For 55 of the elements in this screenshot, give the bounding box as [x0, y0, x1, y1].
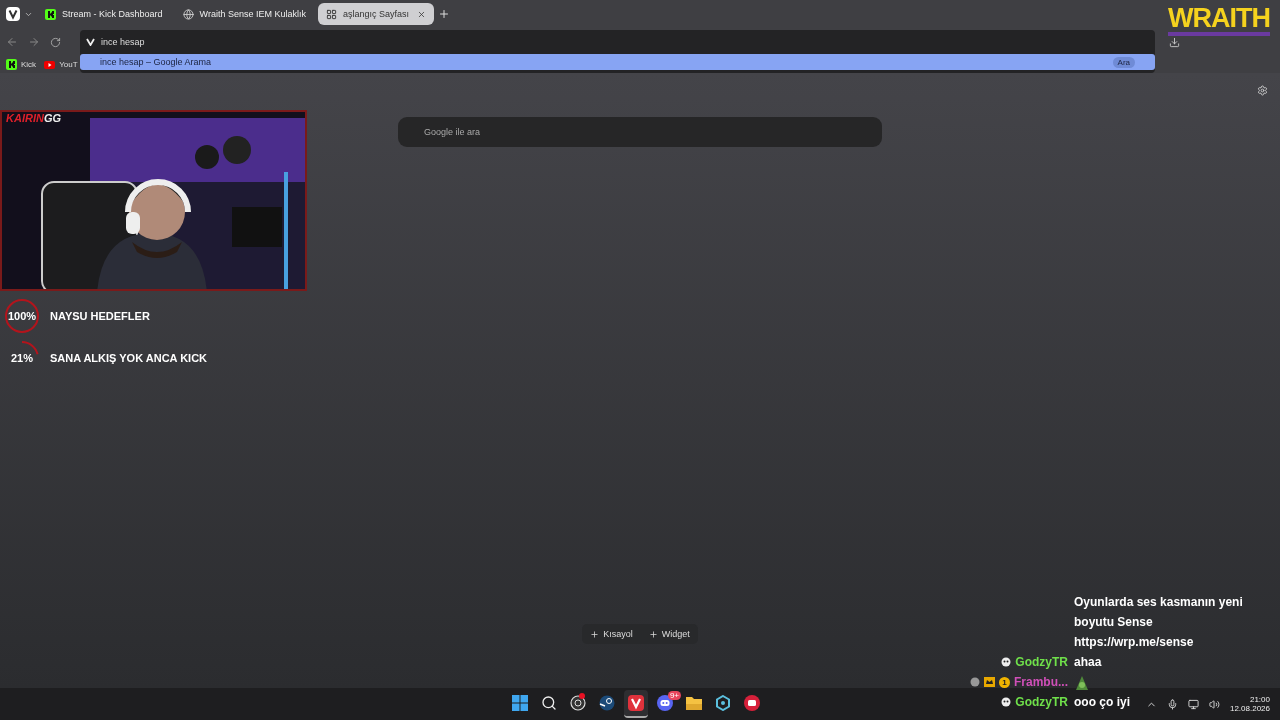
chat-text: boyutu Sense [1074, 615, 1153, 629]
bookmark[interactable]: Kick [6, 59, 37, 70]
chat-text: Oyunlarda ses kasmanın yeni [1074, 595, 1243, 609]
v-logo-icon [628, 695, 644, 711]
browser-tab[interactable]: aşlangıç Sayfası [317, 3, 434, 25]
download-icon[interactable] [1169, 36, 1180, 48]
k-logo-icon [6, 59, 17, 70]
channel-logo: KAIRINGG [6, 112, 61, 124]
address-field[interactable]: ince hesap [80, 30, 1155, 54]
plus-icon [648, 629, 658, 639]
close-icon[interactable] [416, 9, 426, 19]
goal-title: SANA ALKIŞ YOK ANCA KICK [50, 352, 208, 364]
notification-badge: 9+ [667, 691, 681, 700]
new-tab-icon[interactable] [437, 8, 450, 20]
mic-icon[interactable] [1166, 698, 1178, 710]
reload-icon[interactable] [50, 36, 61, 48]
taskbar-app[interactable] [624, 690, 648, 718]
notification-dot [579, 693, 585, 699]
search-suggestion[interactable]: ince hesap – Google Arama Ara [80, 54, 1155, 70]
search-field[interactable]: Google ile ara [398, 117, 882, 147]
k-logo-icon [45, 8, 56, 20]
sub-badge: 1 [999, 676, 1010, 688]
windows-icon [512, 695, 528, 711]
display-icon[interactable] [1187, 698, 1199, 710]
volume-icon[interactable] [1208, 698, 1220, 710]
browser-tab[interactable]: Stream - Kick Dashboard [37, 3, 171, 25]
chat-username: GodzyTR [1015, 695, 1068, 709]
settings-icon[interactable] [1257, 85, 1268, 96]
cube-icon [715, 695, 731, 711]
suggestion-badge: Ara [1112, 56, 1135, 68]
goal-percent: 21% [11, 352, 33, 364]
chat-username: GodzyTR [1015, 655, 1068, 669]
frog-emote-icon [1074, 674, 1090, 690]
steam-icon [599, 695, 615, 711]
globe-icon [182, 8, 194, 20]
add-button[interactable]: Kısayol [582, 624, 641, 644]
grid-icon [325, 8, 337, 20]
play-icon [44, 60, 56, 69]
chat-text: ooo ço iyi [1074, 695, 1130, 709]
goal-title: NAYSU HEDEFLER [50, 310, 150, 322]
add-button[interactable]: Widget [640, 624, 698, 644]
clock[interactable]: 21:00 12.08.2026 [1229, 695, 1270, 713]
browser-tab[interactable]: Wraith Sense IEM Kulaklık [174, 3, 314, 25]
chat-username: Frambu... [1014, 675, 1068, 689]
v-logo-icon [86, 38, 95, 46]
bookmark[interactable]: YouT [44, 60, 78, 69]
plus-icon [590, 629, 600, 639]
chat-text: https://wrp.me/sense [1074, 635, 1194, 649]
goal-percent: 100% [7, 310, 37, 322]
search-icon [541, 695, 557, 711]
brand-logo: WRAITH [1168, 4, 1270, 36]
chat-text: ahaa [1074, 655, 1102, 669]
folder-icon [686, 696, 702, 710]
v-logo-icon[interactable] [6, 7, 20, 21]
ring-icon [570, 695, 586, 711]
